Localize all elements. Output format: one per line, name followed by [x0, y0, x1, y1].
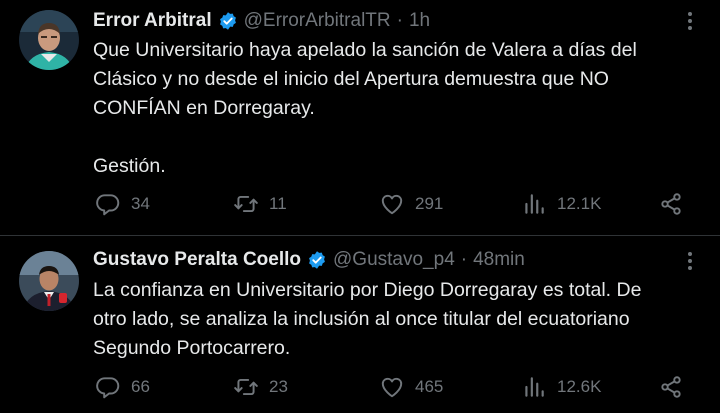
like-icon [379, 191, 405, 217]
tweet-text-line [93, 123, 708, 152]
views-count: 12.6K [557, 377, 602, 396]
retweet-icon [233, 374, 259, 400]
views-button[interactable]: 12.6K [521, 372, 601, 402]
timestamp[interactable]: 48min [473, 249, 525, 271]
share-button[interactable] [658, 189, 684, 219]
action-bar: 34 11 291 12.1K [93, 189, 708, 219]
reply-icon [95, 374, 121, 400]
tweet-text-line: Gestión. [93, 155, 166, 177]
share-icon [658, 191, 684, 217]
share-icon [658, 374, 684, 400]
more-icon[interactable] [680, 8, 700, 34]
like-icon [379, 374, 405, 400]
tweet-text: Que Universitario haya apelado la sanció… [93, 36, 708, 181]
like-button[interactable]: 465 [379, 372, 443, 402]
action-bar: 66 23 465 12.6K [93, 372, 708, 402]
timestamp[interactable]: 1h [409, 10, 430, 32]
handle[interactable]: @ErrorArbitralTR [244, 10, 391, 32]
verified-icon [218, 11, 238, 31]
views-icon [521, 191, 547, 217]
reply-button[interactable]: 66 [95, 372, 150, 402]
tweet-header: Error Arbitral @ErrorArbitralTR · 1h [93, 8, 430, 34]
retweet-count: 23 [269, 377, 288, 396]
tweet-text-line: CONFÍAN en Dorregaray. [93, 97, 315, 119]
retweet-count: 11 [269, 194, 287, 213]
separator: · [460, 249, 468, 270]
retweet-button[interactable]: 11 [233, 189, 287, 219]
tweet-text-line: La confianza en Universitario por Diego … [93, 279, 642, 301]
display-name[interactable]: Gustavo Peralta Coello [93, 249, 301, 271]
like-count: 291 [415, 194, 444, 213]
reply-icon [95, 191, 121, 217]
tweet-text: La confianza en Universitario por Diego … [93, 276, 708, 363]
tweet-header: Gustavo Peralta Coello @Gustavo_p4 · 48m… [93, 247, 525, 273]
tweet[interactable]: Error Arbitral @ErrorArbitralTR · 1h Que… [0, 0, 720, 235]
share-button[interactable] [658, 372, 684, 402]
tweet-text-line: Clásico y no desde el inicio del Apertur… [93, 68, 609, 90]
tweet-text-line: Segundo Portocarrero. [93, 337, 291, 359]
retweet-icon [233, 191, 259, 217]
views-button[interactable]: 12.1K [521, 189, 601, 219]
avatar[interactable] [19, 10, 79, 70]
verified-icon [307, 250, 327, 270]
like-count: 465 [415, 377, 444, 396]
reply-count: 34 [131, 194, 150, 213]
tweet-text-line: otro lado, se analiza la inclusión al on… [93, 308, 630, 330]
separator: · [396, 10, 403, 31]
tweet[interactable]: Gustavo Peralta Coello @Gustavo_p4 · 48m… [0, 236, 720, 413]
views-count: 12.1K [557, 194, 602, 213]
retweet-button[interactable]: 23 [233, 372, 288, 402]
more-icon[interactable] [680, 248, 700, 274]
avatar[interactable] [19, 251, 79, 311]
views-icon [521, 374, 547, 400]
like-button[interactable]: 291 [379, 189, 443, 219]
reply-button[interactable]: 34 [95, 189, 150, 219]
handle[interactable]: @Gustavo_p4 [333, 249, 455, 271]
reply-count: 66 [131, 377, 150, 396]
tweet-text-line: Que Universitario haya apelado la sanció… [93, 39, 637, 61]
display-name[interactable]: Error Arbitral [93, 10, 212, 32]
